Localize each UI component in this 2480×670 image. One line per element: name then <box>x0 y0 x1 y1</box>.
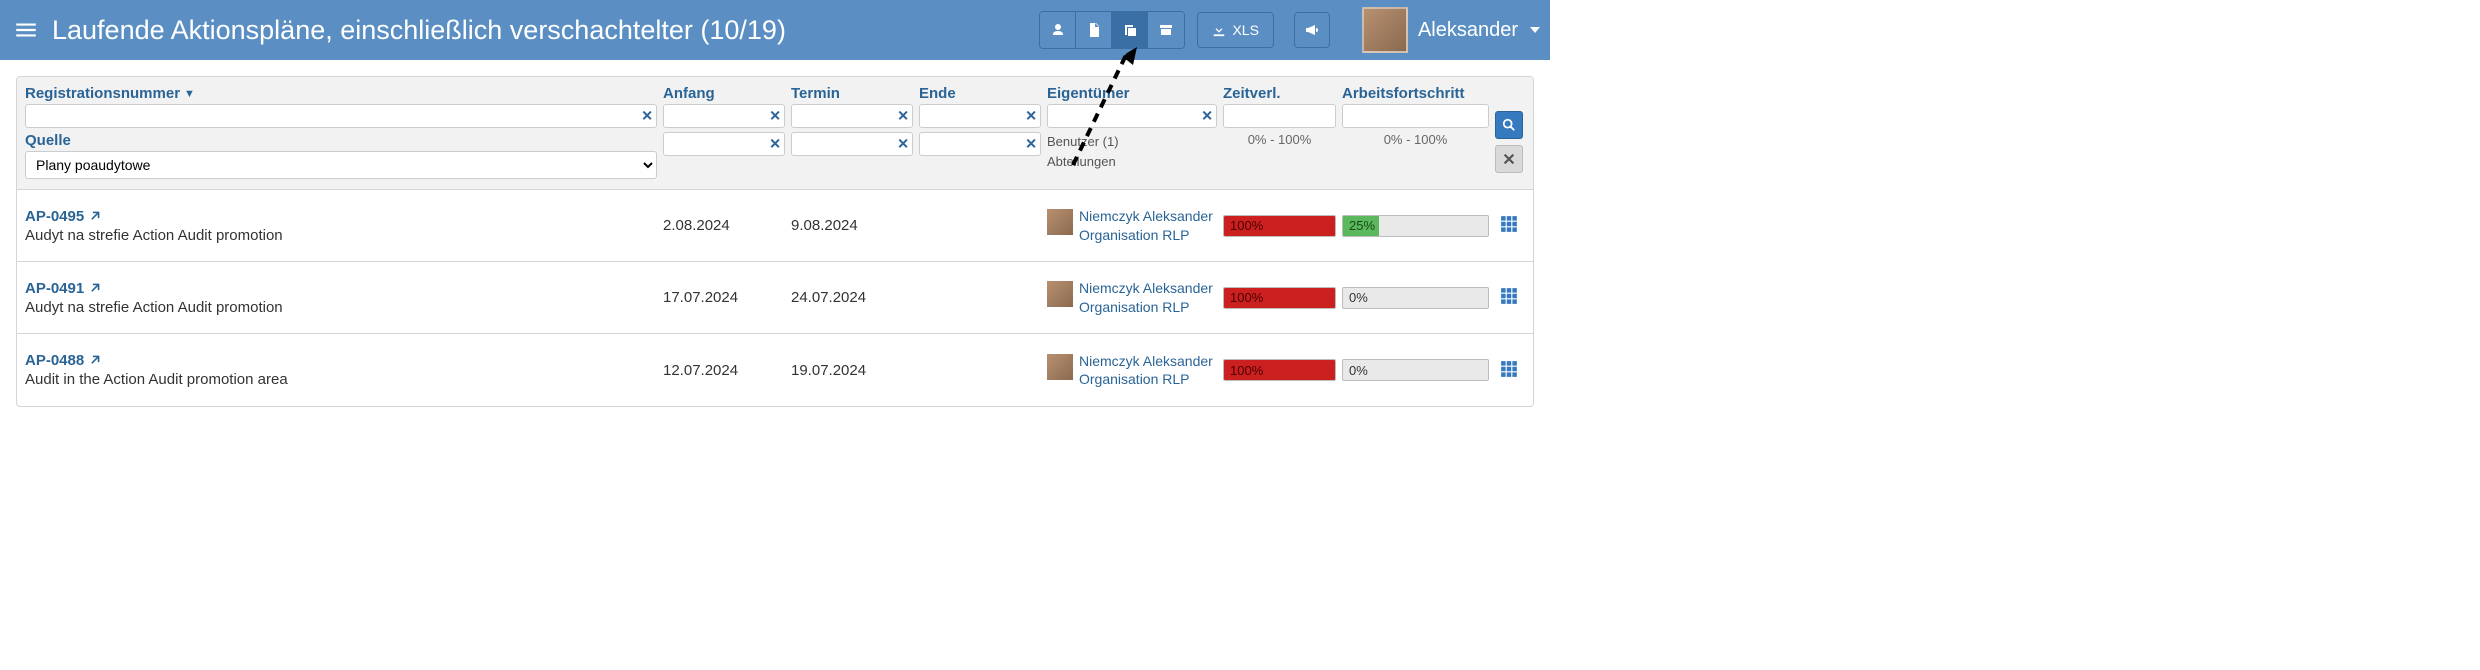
owner-org-link[interactable]: Organisation RLP <box>1079 227 1190 243</box>
timepass-bar: 100% <box>1223 359 1336 381</box>
avatar <box>1047 354 1073 380</box>
clear-icon[interactable]: ✕ <box>1201 108 1213 125</box>
menu-button[interactable] <box>8 12 44 48</box>
copy-icon <box>1122 22 1138 38</box>
filter-anfang-from[interactable] <box>663 104 785 128</box>
download-icon <box>1212 23 1226 37</box>
filter-owner-input[interactable] <box>1047 104 1217 128</box>
xls-label: XLS <box>1232 22 1258 38</box>
external-link-icon <box>88 210 101 223</box>
clear-icon[interactable]: ✕ <box>897 108 909 125</box>
clear-icon[interactable]: ✕ <box>897 136 909 153</box>
document-icon <box>1086 22 1102 38</box>
action-plan-link[interactable]: AP-0495 <box>25 208 101 225</box>
close-icon <box>1502 152 1516 166</box>
col-header-anfang[interactable]: Anfang <box>663 85 785 102</box>
action-plan-desc: Audit in the Action Audit promotion area <box>25 371 657 388</box>
progress-bar: 25% <box>1342 215 1489 237</box>
sort-desc-icon: ▼ <box>184 88 195 100</box>
menu-icon <box>13 17 39 43</box>
cell-anfang: 17.07.2024 <box>663 289 785 306</box>
grid-icon <box>1500 215 1518 233</box>
cell-termin: 19.07.2024 <box>791 362 913 379</box>
avatar <box>1047 209 1073 235</box>
grid-icon <box>1500 360 1518 378</box>
table-row: AP-0488 Audit in the Action Audit promot… <box>17 334 1533 406</box>
owner-hint-depts[interactable]: Abteilungen <box>1047 152 1217 172</box>
filter-ende-from[interactable] <box>919 104 1041 128</box>
filter-reg-input[interactable] <box>25 104 657 128</box>
owner-name-link[interactable]: Niemczyk Aleksander <box>1079 353 1213 369</box>
avatar <box>1362 7 1408 53</box>
clear-icon[interactable]: ✕ <box>769 136 781 153</box>
col-header-quelle-text: Quelle <box>25 132 71 149</box>
cell-termin: 24.07.2024 <box>791 289 913 306</box>
col-header-progress[interactable]: Arbeitsfortschritt <box>1342 85 1489 102</box>
export-xls-button[interactable]: XLS <box>1197 12 1273 48</box>
clear-icon[interactable]: ✕ <box>769 108 781 125</box>
filter-quelle-select[interactable]: Plany poaudytowe <box>25 151 657 179</box>
col-header-quelle[interactable]: Quelle <box>25 132 657 149</box>
progress-bar: 0% <box>1342 359 1489 381</box>
table-row: AP-0491 Audyt na strefie Action Audit pr… <box>17 262 1533 334</box>
col-header-zeitverl[interactable]: Zeitverl. <box>1223 85 1336 102</box>
col-header-termin[interactable]: Termin <box>791 85 913 102</box>
action-plan-desc: Audyt na strefie Action Audit promotion <box>25 299 657 316</box>
owner-org-link[interactable]: Organisation RLP <box>1079 371 1190 387</box>
archive-icon <box>1158 22 1174 38</box>
clear-filters-button[interactable] <box>1495 145 1523 173</box>
grid-icon <box>1500 287 1518 305</box>
progress-range: 0% - 100% <box>1342 132 1489 147</box>
announce-button[interactable] <box>1294 12 1330 48</box>
action-plan-link[interactable]: AP-0488 <box>25 352 101 369</box>
owner-org-link[interactable]: Organisation RLP <box>1079 299 1190 315</box>
filter-progress-slider[interactable] <box>1342 104 1489 128</box>
action-plan-link[interactable]: AP-0491 <box>25 280 101 297</box>
zeitverl-range: 0% - 100% <box>1223 132 1336 147</box>
progress-bar: 0% <box>1342 287 1489 309</box>
search-button[interactable] <box>1495 111 1523 139</box>
action-plan-desc: Audyt na strefie Action Audit promotion <box>25 227 657 244</box>
filter-preset-group <box>1039 11 1185 49</box>
external-link-icon <box>88 354 101 367</box>
clear-icon[interactable]: ✕ <box>641 108 653 125</box>
cell-anfang: 12.07.2024 <box>663 362 785 379</box>
clear-icon[interactable]: ✕ <box>1025 108 1037 125</box>
filter-anfang-to[interactable] <box>663 132 785 156</box>
timepass-bar: 100% <box>1223 287 1336 309</box>
filter-termin-to[interactable] <box>791 132 913 156</box>
owner-name-link[interactable]: Niemczyk Aleksander <box>1079 280 1213 296</box>
cell-anfang: 2.08.2024 <box>663 217 785 234</box>
filter-zeitverl-slider[interactable] <box>1223 104 1336 128</box>
filter-termin-from[interactable] <box>791 104 913 128</box>
megaphone-icon <box>1304 22 1320 38</box>
username-label: Aleksander <box>1418 19 1518 42</box>
col-header-owner[interactable]: Eigentümer <box>1047 85 1217 102</box>
preset-doc-button[interactable] <box>1076 12 1112 48</box>
col-header-reg[interactable]: Registrationsnummer ▼ <box>25 85 657 102</box>
user-menu[interactable]: Aleksander <box>1352 7 1540 53</box>
col-header-reg-text: Registrationsnummer <box>25 85 180 102</box>
row-grid-button[interactable] <box>1495 360 1523 381</box>
chevron-down-icon <box>1530 27 1540 33</box>
col-header-ende[interactable]: Ende <box>919 85 1041 102</box>
owner-hint-users[interactable]: Benutzer (1) <box>1047 132 1217 152</box>
clear-icon[interactable]: ✕ <box>1025 136 1037 153</box>
user-icon <box>1050 22 1066 38</box>
cell-termin: 9.08.2024 <box>791 217 913 234</box>
search-icon <box>1502 118 1516 132</box>
row-grid-button[interactable] <box>1495 287 1523 308</box>
timepass-bar: 100% <box>1223 215 1336 237</box>
table-row: AP-0495 Audyt na strefie Action Audit pr… <box>17 190 1533 262</box>
external-link-icon <box>88 282 101 295</box>
preset-user-button[interactable] <box>1040 12 1076 48</box>
preset-copy-button[interactable] <box>1112 12 1148 48</box>
avatar <box>1047 281 1073 307</box>
table-body: AP-0495 Audyt na strefie Action Audit pr… <box>17 190 1533 406</box>
preset-archive-button[interactable] <box>1148 12 1184 48</box>
page-title: Laufende Aktionspläne, einschließlich ve… <box>52 15 1039 46</box>
owner-name-link[interactable]: Niemczyk Aleksander <box>1079 208 1213 224</box>
filter-ende-to[interactable] <box>919 132 1041 156</box>
row-grid-button[interactable] <box>1495 215 1523 236</box>
